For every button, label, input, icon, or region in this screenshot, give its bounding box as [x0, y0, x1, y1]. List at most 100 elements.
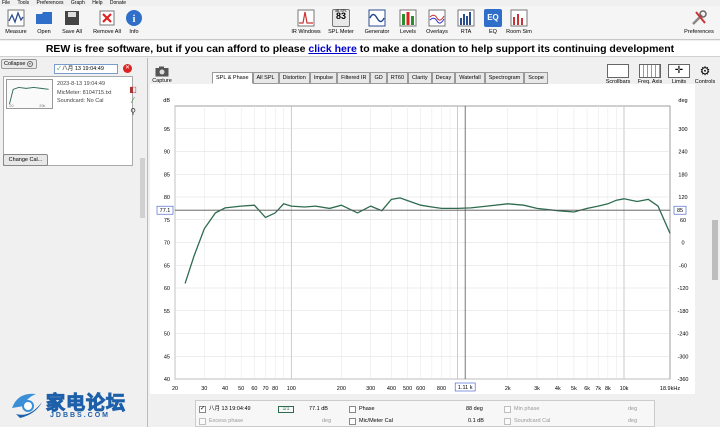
tab-clarity[interactable]: Clarity: [408, 72, 432, 84]
donate-link[interactable]: click here: [308, 43, 356, 55]
soundcard-cal-checkbox[interactable]: [504, 418, 511, 425]
min-phase-checkbox[interactable]: [504, 406, 511, 413]
measurement-thumbnail: 20 20k: [6, 79, 53, 109]
x-tick-label: 300: [366, 386, 375, 392]
tab-all-spl[interactable]: All SPL: [252, 72, 279, 84]
y-tick-label: 85: [164, 172, 170, 178]
watermark-text: 家电论坛: [45, 393, 127, 415]
edit-icon[interactable]: ⁄: [127, 95, 139, 106]
panel-scrollbar[interactable]: [140, 158, 145, 218]
generator-button[interactable]: Generator: [361, 9, 393, 35]
tab-scope[interactable]: Scope: [524, 72, 548, 84]
y2-tick-label: -360: [677, 377, 688, 383]
limits-icon: ✛: [668, 64, 690, 78]
freq-axis-icon: [639, 64, 661, 78]
capture-button[interactable]: Capture: [150, 66, 174, 84]
cursor-freq-value: 1.11 k: [458, 385, 473, 391]
measurement-info: 2023-8-13 19:04:49 MicMeter: 8104715.txt…: [57, 81, 112, 104]
check-icon: ✓: [57, 66, 61, 72]
tab-waterfall[interactable]: Waterfall: [455, 72, 485, 84]
x-tick-label: 70: [262, 386, 268, 392]
tab-impulse[interactable]: Impulse: [309, 72, 338, 84]
x-tick-label: 3k: [534, 386, 540, 392]
y2-tick-label: -240: [677, 332, 688, 338]
watermark-url: JDBBS.COM: [50, 412, 111, 419]
room-sim-icon: [510, 9, 528, 27]
cursor-right-value: 85: [677, 208, 683, 214]
x-tick-label: 400: [387, 386, 396, 392]
room-sim-button[interactable]: Room Sim: [503, 9, 535, 35]
save-all-button[interactable]: Save All: [56, 9, 88, 35]
speaker-icon[interactable]: ◧: [127, 84, 139, 95]
gear-icon: ⚙: [699, 64, 711, 78]
graph-scrollbar[interactable]: [712, 220, 718, 280]
y2-tick-label: 120: [678, 195, 687, 201]
x-tick-label: 7k: [595, 386, 601, 392]
spl-meter-button[interactable]: 83 dB SPL SPL Meter: [325, 9, 357, 35]
measurement-name-field[interactable]: ✓ 八月 13 19:04:49: [54, 64, 118, 74]
legend-row-2: Excess phase deg Mic/Meter Cal 0.1 dB So…: [196, 416, 656, 427]
tab-spl-phase[interactable]: SPL & Phase: [212, 72, 253, 84]
y2-tick-label: -120: [677, 286, 688, 292]
freq-axis-button[interactable]: Freq. Axis: [634, 64, 666, 85]
preferences-button[interactable]: Preferences: [680, 9, 718, 35]
overlays-button[interactable]: Overlays: [421, 9, 453, 35]
excess-phase-checkbox[interactable]: [199, 418, 206, 425]
y-tick-label: 65: [164, 263, 170, 269]
tab-distortion[interactable]: Distortion: [278, 72, 310, 84]
y2-tick-label: 240: [678, 150, 687, 156]
collapse-arrow-icon: «: [26, 60, 33, 67]
close-measurement-icon[interactable]: ✕: [123, 64, 132, 73]
spl-meter-icon: 83 dB SPL: [332, 9, 350, 27]
donation-banner: REW is free software, but if you can aff…: [0, 41, 720, 57]
folder-icon: [36, 12, 52, 24]
y-tick-label: 55: [164, 309, 170, 315]
change-cal-button[interactable]: Change Cal...: [3, 154, 48, 166]
microphone-icon[interactable]: ⚲: [127, 106, 139, 117]
y2-tick-label: -180: [677, 309, 688, 315]
save-icon: [65, 11, 79, 25]
tab-filtered-ir[interactable]: Filtered IR: [337, 72, 371, 84]
levels-button[interactable]: Levels: [392, 9, 424, 35]
tab-rt60[interactable]: RT60: [386, 72, 409, 84]
svg-text:20k: 20k: [39, 104, 45, 108]
info-icon: i: [126, 10, 142, 26]
eq-icon: EQ: [484, 9, 502, 27]
y-tick-label: 75: [164, 218, 170, 224]
x-tick-label: 2k: [505, 386, 511, 392]
x-tick-label: 20: [172, 386, 178, 392]
measurement-card[interactable]: 20 20k 2023-8-13 19:04:49 MicMeter: 81047…: [3, 76, 137, 166]
graph-tabs: SPL & Phase All SPL Distortion Impulse F…: [212, 72, 548, 84]
x-tick-label: 200: [337, 386, 346, 392]
spl-phase-graph[interactable]: 40 45 50 55 60 65 70 75 80 85 90 95 dB -360 -300 -240 -1…: [150, 84, 695, 394]
x-tick-label: 8k: [605, 386, 611, 392]
info-button[interactable]: i Info: [118, 9, 150, 35]
rta-icon: [457, 9, 475, 27]
trace-checkbox[interactable]: ✓: [199, 406, 206, 413]
y-tick-label: 70: [164, 241, 170, 247]
y2-tick-label: 300: [678, 127, 687, 133]
svg-text:20: 20: [9, 104, 13, 108]
phase-checkbox[interactable]: [349, 406, 356, 413]
mic-cal-checkbox[interactable]: [349, 418, 356, 425]
y-tick-label: 95: [164, 127, 170, 133]
trace-swatch: 1/1: [278, 406, 294, 413]
tab-decay[interactable]: Decay: [431, 72, 456, 84]
legend-row-1: ✓ 八月 13 19:04:49 1/1 77.1 dB Phase 88 de…: [196, 404, 656, 415]
x-tick-label: 80: [272, 386, 278, 392]
sine-wave-icon: [368, 9, 386, 27]
tab-gd[interactable]: GD: [370, 72, 387, 84]
tab-spectrogram[interactable]: Spectrogram: [484, 72, 525, 84]
ir-windows-button[interactable]: IR Windows: [290, 9, 322, 35]
controls-button[interactable]: ⚙ Controls: [690, 64, 720, 85]
y-tick-label: 45: [164, 354, 170, 360]
y-tick-label: 50: [164, 332, 170, 338]
x-tick-label: 5k: [571, 386, 577, 392]
scrollbars-button[interactable]: Scrollbars: [602, 64, 634, 85]
logo-emblem: [12, 393, 42, 418]
y2-axis-label: deg: [678, 98, 687, 104]
scrollbars-icon: [607, 64, 629, 78]
tools-icon: [692, 10, 707, 25]
collapse-button[interactable]: Collapse «: [1, 59, 37, 69]
x-tick-label: 800: [437, 386, 446, 392]
